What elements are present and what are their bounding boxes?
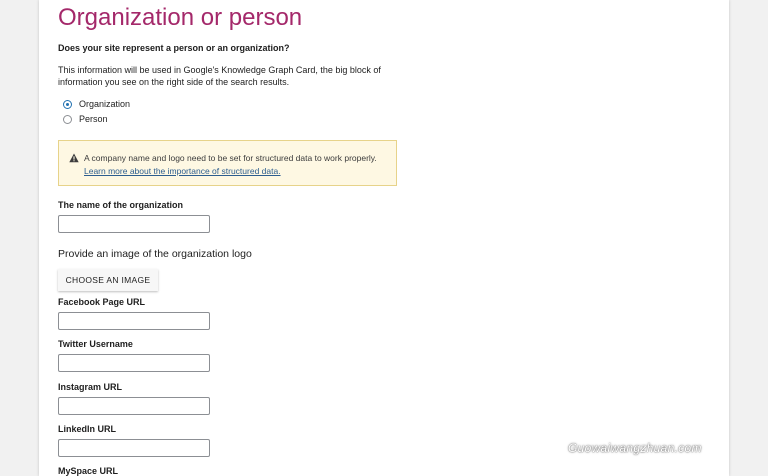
watermark-text: Guowaiwangzhuan.com [568,441,702,455]
myspace-url-label: MySpace URL [58,466,119,476]
instagram-url-label: Instagram URL [58,382,123,392]
section-title: Organization or person [58,4,303,31]
twitter-username-input[interactable] [58,354,210,372]
notice-text: A company name and logo need to be set f… [84,152,384,178]
knowledge-graph-description: This information will be used in Google'… [58,65,381,87]
structured-data-notice: A company name and logo need to be set f… [58,140,397,186]
org-logo-label: Provide an image of the organization log… [58,248,252,260]
twitter-username-label: Twitter Username [58,339,133,349]
radio-organization[interactable]: Organization [63,99,130,109]
radio-person[interactable]: Person [63,114,108,124]
instagram-url-input[interactable] [58,397,210,415]
warning-icon [69,153,79,163]
linkedin-url-label: LinkedIn URL [58,424,116,434]
facebook-url-label: Facebook Page URL [58,297,146,307]
org-name-input[interactable] [58,215,210,233]
site-type-question: Does your site represent a person or an … [58,43,290,53]
notice-message: A company name and logo need to be set f… [84,153,377,163]
radio-label-organization: Organization [79,99,131,109]
linkedin-url-input[interactable] [58,439,210,457]
radio-label-person: Person [79,114,108,124]
radio-button-organization[interactable] [63,99,72,109]
org-name-label: The name of the organization [58,200,184,210]
settings-card: Organization or person Does your site re… [39,0,729,476]
radio-button-person[interactable] [63,114,72,124]
choose-image-button[interactable]: CHOOSE AN IMAGE [58,269,158,291]
structured-data-learn-more-link[interactable]: Learn more about the importance of struc… [84,166,281,176]
facebook-url-input[interactable] [58,312,210,330]
